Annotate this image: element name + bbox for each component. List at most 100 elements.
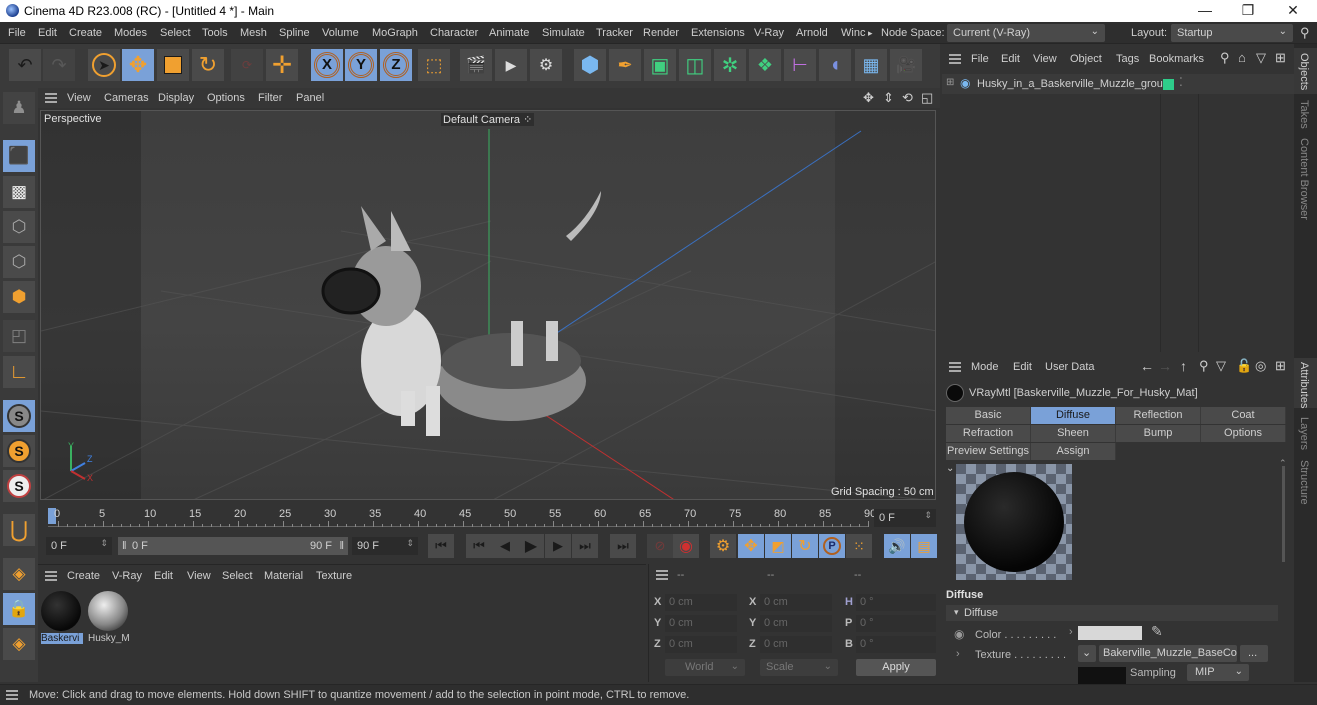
menu-character[interactable]: Character — [430, 27, 478, 39]
floor-button[interactable]: ▦ — [855, 49, 887, 81]
menu-edit[interactable]: Edit — [38, 27, 57, 39]
make-editable-button[interactable]: ♟ — [3, 92, 35, 124]
menu-tracker[interactable]: Tracker — [596, 27, 633, 39]
cloner-button[interactable]: ✲ — [714, 49, 746, 81]
side-tab-structure[interactable]: Structure — [1298, 460, 1310, 505]
recent-tools-button[interactable]: ⟳ — [231, 49, 263, 81]
texture-browse-button[interactable]: ... — [1240, 645, 1268, 662]
viewport-menu-cameras[interactable]: Cameras — [104, 92, 149, 104]
mograph-button[interactable]: ❖ — [749, 49, 781, 81]
menu-mesh[interactable]: Mesh — [240, 27, 267, 39]
color-swatch[interactable] — [1078, 626, 1142, 640]
snap-magnet-button[interactable]: ⋃ — [3, 514, 35, 546]
workplane-button[interactable]: ◈ — [3, 558, 35, 590]
expand-texture-icon[interactable]: › — [956, 648, 960, 660]
tab-assign[interactable]: Assign — [1031, 443, 1116, 460]
menu-volume[interactable]: Volume — [322, 27, 359, 39]
sound-button[interactable]: 🔊 — [884, 534, 910, 558]
material-menu-vray[interactable]: V-Ray — [112, 570, 142, 582]
undo-button[interactable]: ↶ — [9, 49, 41, 81]
eyedropper-icon[interactable]: ✎ — [1151, 623, 1163, 640]
menu-render[interactable]: Render — [643, 27, 679, 39]
object-menu-tags[interactable]: Tags — [1116, 53, 1139, 65]
material-menu-select[interactable]: Select — [222, 570, 253, 582]
keyframe-selection-button[interactable]: ⚙ — [710, 534, 736, 558]
edges-mode-button[interactable]: ⬡ — [3, 246, 35, 278]
side-tab-content-browser[interactable]: Content Browser — [1298, 138, 1310, 220]
material-swatch-husky[interactable]: Husky_M — [88, 591, 130, 647]
layout-dropdown[interactable]: Startup ⌄ — [1171, 24, 1293, 42]
side-tab-attributes[interactable]: Attributes — [1298, 362, 1310, 408]
back-arrow-icon[interactable]: ← — [1140, 358, 1154, 374]
solo-off-button[interactable]: S — [3, 470, 35, 502]
axis-mode-button[interactable]: ∟ — [3, 356, 35, 388]
viewport-menu-panel[interactable]: Panel — [296, 92, 324, 104]
object-menu-bookmarks[interactable]: Bookmarks — [1149, 53, 1215, 65]
up-arrow-icon[interactable]: ↑ — [1180, 358, 1187, 374]
rotate-view-icon[interactable]: ⟲ — [902, 90, 913, 106]
attr-menu-edit[interactable]: Edit — [1013, 361, 1032, 373]
node-space-dropdown[interactable]: Current (V-Ray) ⌄ — [947, 24, 1105, 42]
range-handle-left[interactable]: ‖ — [122, 540, 127, 552]
material-preview[interactable] — [956, 464, 1072, 580]
axis-y-button[interactable]: Y — [345, 49, 377, 81]
minimize-button[interactable]: — — [1195, 2, 1215, 18]
tab-basic[interactable]: Basic — [946, 407, 1031, 424]
camera-button[interactable]: 🎥 — [890, 49, 922, 81]
scale-tool-button[interactable] — [157, 49, 189, 81]
search-icon[interactable]: ⚲ — [1199, 358, 1209, 374]
timeline-button[interactable]: ▤ — [911, 534, 937, 558]
scroll-up-icon[interactable]: ⌃ — [1279, 458, 1287, 469]
coordinate-system-button[interactable]: ⬚ — [418, 49, 450, 81]
attr-menu-mode[interactable]: Mode — [971, 361, 999, 373]
key-parameter-button[interactable]: P — [819, 534, 845, 558]
range-handle-right[interactable]: ‖ — [339, 540, 344, 552]
hamburger-icon[interactable] — [949, 362, 961, 372]
object-row[interactable]: ⊞ ◉ Husky_in_a_Baskerville_Muzzle_group … — [942, 74, 1294, 94]
record-active-button[interactable]: ⊘ — [647, 534, 673, 558]
size-x-field[interactable]: 0 cm — [760, 594, 832, 611]
hamburger-icon[interactable] — [45, 571, 57, 581]
restore-button[interactable]: ❐ — [1238, 2, 1258, 19]
forward-arrow-icon[interactable]: → — [1158, 358, 1172, 374]
pos-x-field[interactable]: 0 cm — [665, 594, 737, 611]
menu-spline[interactable]: Spline — [279, 27, 310, 39]
diffuse-group-header[interactable]: ▾ Diffuse — [946, 605, 1278, 621]
lock-workplane-button[interactable]: 🔒 — [3, 593, 35, 625]
expand-tree-icon[interactable]: ⊞ — [946, 77, 954, 88]
viewport-menu-filter[interactable]: Filter — [258, 92, 282, 104]
tab-preview-settings[interactable]: Preview Settings — [946, 443, 1031, 460]
target-icon[interactable]: ◎ — [1255, 358, 1266, 374]
menu-vray[interactable]: V-Ray — [754, 27, 784, 39]
rot-p-field[interactable]: 0 ° — [856, 615, 936, 632]
key-position-button[interactable]: ✥ — [738, 534, 764, 558]
menu-select[interactable]: Select — [160, 27, 191, 39]
axis-x-button[interactable]: X — [311, 49, 343, 81]
close-button[interactable]: ✕ — [1283, 2, 1303, 19]
menu-mograph[interactable]: MoGraph — [372, 27, 418, 39]
lock-icon[interactable]: 🔓 — [1236, 358, 1252, 374]
hamburger-icon[interactable] — [6, 690, 18, 700]
extrude-button[interactable]: ◫ — [679, 49, 711, 81]
pos-z-field[interactable]: 0 cm — [665, 636, 737, 653]
subdivision-button[interactable]: ▣ — [644, 49, 676, 81]
pen-button[interactable]: ✒ — [609, 49, 641, 81]
previous-frame-button[interactable]: ◀ — [492, 534, 518, 558]
current-frame-field[interactable]: 0 F ⇕ — [874, 509, 936, 527]
object-name[interactable]: Husky_in_a_Baskerville_Muzzle_group — [977, 78, 1169, 90]
transform-tool-button[interactable]: ✛ — [266, 49, 298, 81]
hamburger-icon[interactable] — [656, 570, 668, 580]
model-mode-button[interactable]: ⬛ — [3, 140, 35, 172]
attr-menu-user-data[interactable]: User Data — [1045, 361, 1095, 373]
snap-solo-button[interactable]: S — [3, 400, 35, 432]
filter-icon[interactable]: ▽ — [1216, 358, 1226, 374]
camera-label[interactable]: Default Camera ⁘ — [441, 113, 535, 126]
uv-mode-button[interactable]: ◰ — [3, 320, 35, 352]
expand-color-icon[interactable]: › — [1069, 626, 1073, 638]
pos-y-field[interactable]: 0 cm — [665, 615, 737, 632]
object-menu-object[interactable]: Object — [1070, 53, 1102, 65]
axis-z-button[interactable]: Z — [380, 49, 412, 81]
maximize-view-icon[interactable]: ◱ — [921, 90, 933, 106]
side-tab-objects[interactable]: Objects — [1298, 53, 1310, 90]
zoom-view-icon[interactable]: ⇕ — [883, 90, 894, 106]
